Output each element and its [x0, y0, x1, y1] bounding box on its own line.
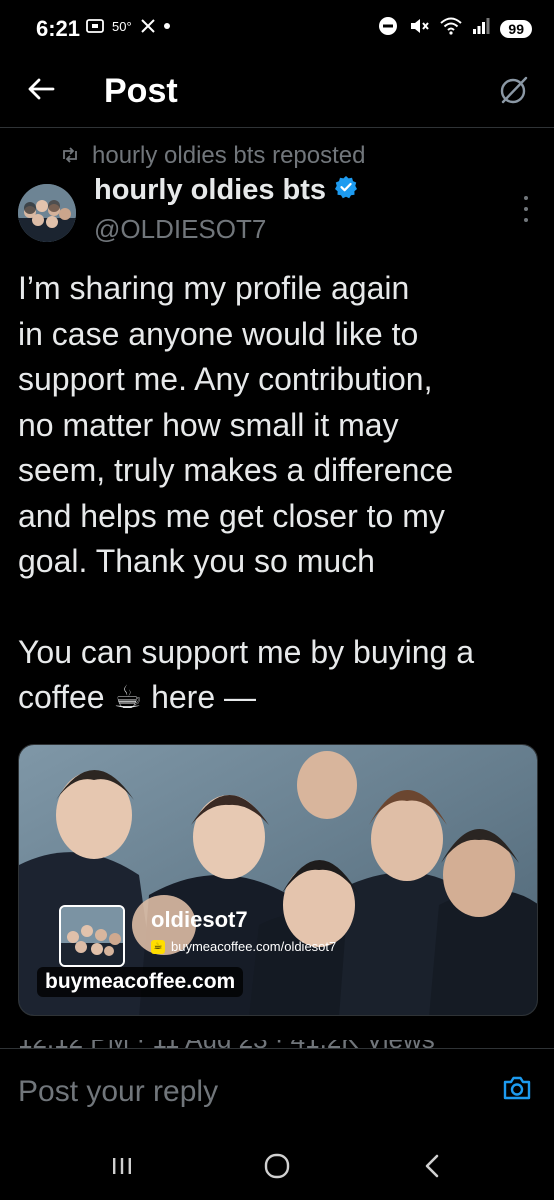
- repost-text: hourly oldies bts reposted: [92, 142, 366, 169]
- card-profile-overlay: oldiesot7 ☕ buymeacoffee.com/oldiesot7: [59, 905, 336, 967]
- arrow-left-icon: [27, 77, 55, 106]
- back-nav-button[interactable]: [412, 1152, 452, 1184]
- more-dot-icon: [524, 196, 528, 200]
- author-handle[interactable]: @OLDIESOT7: [94, 214, 266, 245]
- recent-apps-button[interactable]: [102, 1152, 142, 1184]
- header: Post: [0, 60, 554, 126]
- status-time: 6:21: [36, 16, 81, 41]
- grok-button[interactable]: [496, 74, 532, 110]
- recent-apps-icon: [110, 1155, 134, 1182]
- more-dot-icon: [524, 218, 528, 222]
- coffee-cup-icon: ☕: [151, 939, 165, 954]
- author-name[interactable]: hourly oldies bts: [94, 174, 358, 207]
- dot-icon: [163, 23, 170, 29]
- reply-input[interactable]: [18, 1075, 458, 1109]
- system-nav-bar: [0, 1136, 554, 1200]
- home-icon: [263, 1153, 291, 1184]
- back-button[interactable]: [24, 74, 58, 108]
- more-options-button[interactable]: [520, 196, 532, 222]
- wifi-icon: [440, 17, 463, 40]
- x-logo-icon: [140, 18, 156, 34]
- status-right-icons: 99: [378, 16, 532, 41]
- mute-icon: [408, 16, 430, 41]
- avatar[interactable]: [18, 184, 76, 242]
- repost-indicator[interactable]: hourly oldies bts reposted: [60, 142, 366, 170]
- card-username: oldiesot7: [151, 907, 248, 932]
- camera-button[interactable]: [500, 1073, 534, 1107]
- signal-icon: [472, 17, 490, 40]
- header-divider: [0, 127, 554, 128]
- verified-badge-icon: [334, 174, 358, 207]
- screen-record-icon: [86, 18, 104, 34]
- grok-icon: [499, 75, 529, 110]
- camera-icon: [502, 1075, 532, 1106]
- card-domain-label: buymeacoffee.com: [37, 967, 244, 997]
- card-url-row: ☕ buymeacoffee.com/oldiesot7: [151, 939, 336, 954]
- dnd-icon: [378, 16, 398, 41]
- card-text: oldiesot7 ☕ buymeacoffee.com/oldiesot7: [151, 905, 336, 954]
- link-preview-card[interactable]: oldiesot7 ☕ buymeacoffee.com/oldiesot7 b…: [18, 744, 538, 1016]
- more-dot-icon: [524, 207, 528, 211]
- chevron-left-icon: [422, 1153, 442, 1184]
- author-name-text: hourly oldies bts: [94, 174, 327, 206]
- home-button[interactable]: [257, 1152, 297, 1184]
- post-paragraph-2: You can support me by buying a coffee ☕ …: [18, 633, 475, 716]
- status-left-icons: 50°: [86, 18, 170, 34]
- post-body: I’m sharing my profile again in case any…: [18, 266, 538, 721]
- page-title: Post: [104, 72, 178, 110]
- card-thumbnail: [59, 905, 125, 967]
- repost-icon: [60, 142, 80, 170]
- temperature-text: 50°: [112, 18, 132, 34]
- reply-bar: [0, 1049, 554, 1135]
- post-paragraph-1: I’m sharing my profile again in case any…: [18, 270, 454, 579]
- card-url: buymeacoffee.com/oldiesot7: [171, 939, 337, 954]
- status-bar: 6:21 50° 99: [0, 0, 554, 60]
- battery-indicator: 99: [500, 19, 532, 38]
